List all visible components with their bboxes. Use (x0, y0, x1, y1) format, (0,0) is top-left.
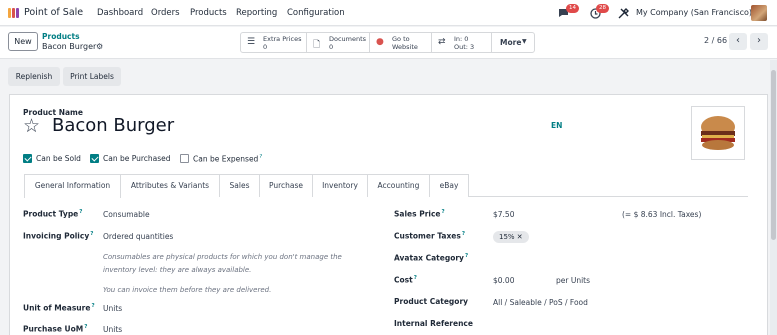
product-type-label: Product Type? (23, 209, 83, 219)
product-type-field[interactable]: Consumable (103, 210, 150, 219)
purchase-uom-field[interactable]: Units (103, 325, 122, 334)
smart-buttons: ☰ Extra Prices 0 🗋 Documents 0 ● Go to W… (240, 32, 535, 53)
menu-products[interactable]: Products (190, 8, 227, 18)
avatar[interactable] (751, 5, 767, 21)
price-incl-taxes: (= $ 8.63 Incl. Taxes) (622, 210, 702, 219)
in-out-button[interactable]: ⇄ In: 0 Out: 3 (432, 33, 492, 52)
uom-label: Unit of Measure? (23, 303, 95, 313)
notebook-tabs: General Information Attributes & Variant… (24, 174, 748, 198)
company-switcher[interactable]: My Company (San Francisco) (636, 8, 752, 17)
scrollbar[interactable] (770, 60, 777, 335)
product-type-help: Consumables are physical products for wh… (103, 253, 342, 261)
document-icon: 🗋 (313, 40, 321, 50)
tab-accounting[interactable]: Accounting (367, 174, 430, 197)
cost-field[interactable]: $0.00 (493, 276, 514, 285)
tab-ebay[interactable]: eBay (429, 174, 469, 197)
messages-badge: 14 (566, 4, 579, 13)
product-name-field[interactable]: Bacon Burger (52, 115, 174, 136)
invoicing-policy-label: Invoicing Policy? (23, 231, 94, 241)
product-type-help-2: inventory level: they are always availab… (103, 266, 252, 274)
internal-reference-label: Internal Reference (394, 319, 473, 328)
customer-taxes-label: Customer Taxes? (394, 231, 466, 241)
invoicing-help: You can invoice them before they are del… (103, 286, 272, 294)
tab-purchase[interactable]: Purchase (259, 174, 313, 197)
tab-general-information[interactable]: General Information (24, 174, 121, 198)
cost-uom: per Units (556, 276, 591, 285)
menu-configuration[interactable]: Configuration (287, 8, 345, 18)
invoicing-policy-field[interactable]: Ordered quantities (103, 232, 173, 241)
top-navbar: Point of Sale Dashboard Orders Products … (0, 0, 777, 26)
avatax-category-label: Avatax Category? (394, 253, 469, 263)
globe-icon: ● (376, 37, 384, 47)
scrollbar-thumb[interactable] (771, 70, 776, 240)
tools-icon[interactable] (618, 8, 629, 19)
menu-dashboard[interactable]: Dashboard (97, 8, 143, 18)
tax-tag[interactable]: 15% ✕ (493, 231, 529, 243)
pager-value[interactable]: 2 / 66 (704, 36, 727, 45)
go-to-website-button[interactable]: ● Go to Website (370, 33, 432, 52)
breadcrumb-current: Bacon Burger (42, 42, 97, 51)
replenish-button[interactable]: Replenish (8, 67, 60, 86)
product-category-label: Product Category (394, 297, 469, 306)
star-icon[interactable]: ☆ (23, 116, 40, 136)
tab-inventory[interactable]: Inventory (312, 174, 368, 197)
uom-field[interactable]: Units (103, 304, 122, 313)
extra-prices-button[interactable]: ☰ Extra Prices 0 (241, 33, 307, 52)
caret-down-icon: ▼ (522, 38, 527, 45)
more-button[interactable]: More ▼ (492, 33, 534, 52)
gear-icon[interactable]: ⚙ (96, 42, 103, 51)
tab-attributes-variants[interactable]: Attributes & Variants (120, 174, 220, 197)
activities-badge: 28 (596, 4, 609, 13)
list-icon: ☰ (247, 37, 256, 47)
print-labels-button[interactable]: Print Labels (63, 67, 121, 86)
tab-sales[interactable]: Sales (219, 174, 260, 197)
product-category-field[interactable]: All / Saleable / PoS / Food (493, 298, 588, 307)
burger-image (701, 116, 735, 150)
cost-label: Cost? (394, 275, 417, 285)
purchase-uom-label: Purchase UoM? (23, 324, 88, 334)
new-button[interactable]: New (8, 32, 38, 51)
sales-price-label: Sales Price? (394, 209, 445, 219)
close-icon[interactable]: ✕ (517, 233, 523, 241)
language-button[interactable]: EN (551, 121, 562, 130)
transfer-icon: ⇄ (438, 37, 446, 47)
menu-reporting[interactable]: Reporting (236, 8, 277, 18)
menu-orders[interactable]: Orders (151, 8, 180, 18)
pager-previous-button[interactable]: ‹ (729, 33, 747, 50)
documents-button[interactable]: 🗋 Documents 0 (307, 33, 370, 52)
product-image[interactable] (691, 106, 745, 160)
breadcrumb-parent[interactable]: Products (42, 32, 80, 41)
apps-icon[interactable] (8, 8, 19, 18)
product-form: Product Name ☆ Bacon Burger EN Can be So… (9, 94, 768, 335)
control-panel: New Products Bacon Burger ⚙ ☰ Extra Pric… (0, 27, 777, 59)
pager-next-button[interactable]: › (750, 33, 768, 50)
app-name[interactable]: Point of Sale (24, 7, 83, 18)
sales-price-field[interactable]: $7.50 (493, 210, 514, 219)
